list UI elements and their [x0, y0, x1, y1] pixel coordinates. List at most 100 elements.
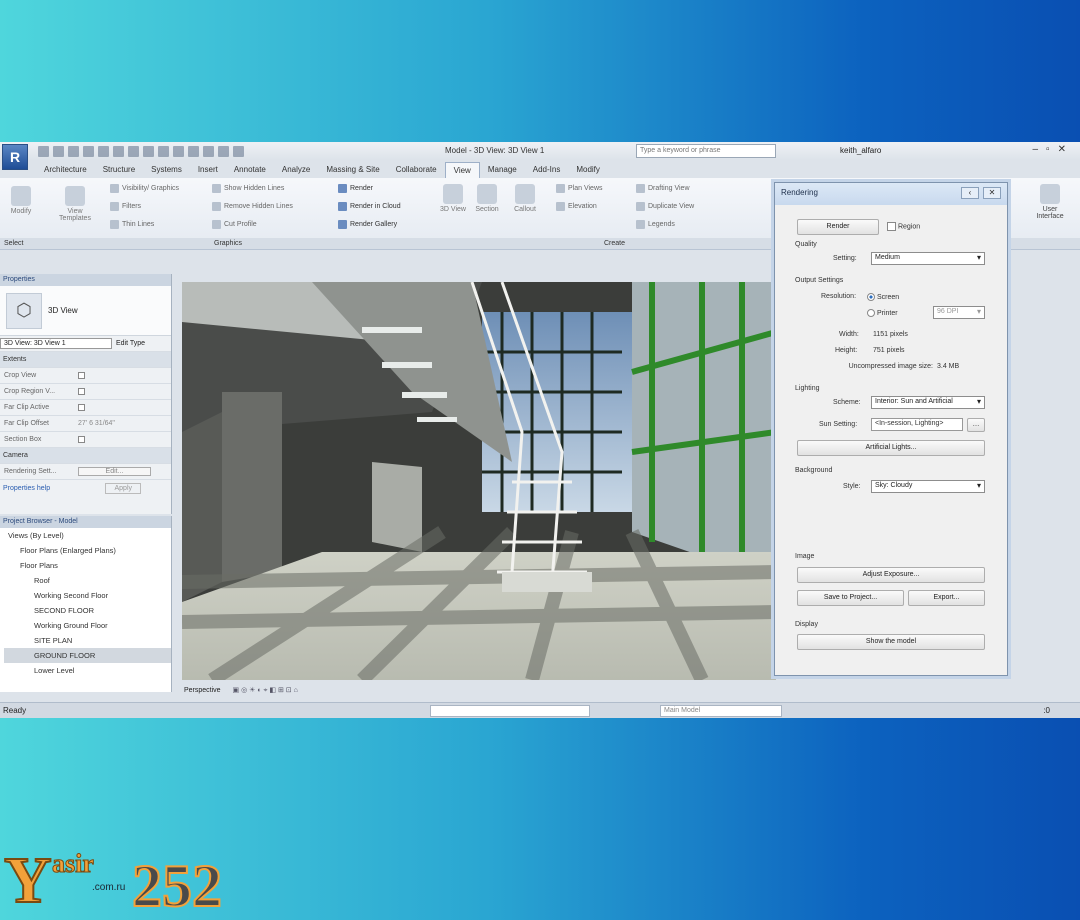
- dimension-icon[interactable]: [143, 145, 154, 157]
- render-dialog-button[interactable]: Render: [797, 219, 879, 235]
- browser-item[interactable]: SITE PLAN: [4, 633, 171, 648]
- apply-button[interactable]: Apply: [105, 482, 141, 494]
- sun-setting-field[interactable]: <In-session, Lighting>: [871, 418, 963, 431]
- instance-selector[interactable]: 3D View: 3D View 1: [0, 338, 112, 349]
- design-option-selector[interactable]: Main Model: [660, 705, 782, 717]
- printer-radio[interactable]: [867, 309, 875, 317]
- thin-lines-icon[interactable]: [203, 145, 214, 157]
- remove-hidden-lines-button[interactable]: Remove Hidden Lines: [212, 202, 293, 211]
- quality-setting-dropdown[interactable]: Medium: [871, 252, 985, 265]
- browser-item[interactable]: Working Ground Floor: [4, 618, 171, 633]
- browser-item[interactable]: Floor Plans: [4, 558, 171, 573]
- select-panel-label[interactable]: Select: [4, 240, 23, 247]
- 3d-view-icon[interactable]: [173, 145, 184, 157]
- visibility-graphics-button[interactable]: Visibility/ Graphics: [110, 184, 179, 193]
- view-templates-button[interactable]: View Templates: [58, 186, 92, 222]
- thin-lines-button[interactable]: Thin Lines: [110, 220, 154, 229]
- render-in-cloud-button[interactable]: Render in Cloud: [338, 202, 401, 211]
- section-button[interactable]: Section: [470, 184, 504, 213]
- sun-setting-browse-button[interactable]: …: [967, 418, 985, 432]
- collapse-icon[interactable]: ‹: [961, 187, 979, 199]
- measure-icon[interactable]: [128, 145, 139, 157]
- user-interface-button[interactable]: User Interface: [1030, 184, 1070, 220]
- undo-icon[interactable]: [83, 145, 94, 157]
- browser-item[interactable]: Roof: [4, 573, 171, 588]
- text-icon[interactable]: [158, 145, 169, 157]
- elevation-button[interactable]: Elevation: [556, 202, 597, 211]
- property-checkbox[interactable]: [78, 387, 85, 395]
- lighting-scheme-dropdown[interactable]: Interior: Sun and Artificial: [871, 396, 985, 409]
- tab-analyze[interactable]: Analyze: [274, 162, 318, 178]
- region-checkbox[interactable]: [887, 222, 896, 231]
- open-icon[interactable]: [38, 145, 49, 157]
- window-controls[interactable]: –▫✕: [1033, 144, 1075, 155]
- drafting-view-button[interactable]: Drafting View: [636, 184, 690, 193]
- tab-annotate[interactable]: Annotate: [226, 162, 274, 178]
- export-button[interactable]: Export...: [908, 590, 985, 606]
- tab-add-ins[interactable]: Add-Ins: [525, 162, 569, 178]
- artificial-lights-button[interactable]: Artificial Lights...: [797, 440, 985, 456]
- cut-profile-button[interactable]: Cut Profile: [212, 220, 257, 229]
- print-icon[interactable]: [113, 145, 124, 157]
- workset-selector[interactable]: [430, 705, 590, 717]
- camera-section[interactable]: Camera: [0, 448, 171, 464]
- save-icon[interactable]: [53, 145, 64, 157]
- view-control-icons[interactable]: ▣ ◎ ☀ ◐ ⌖ ◧ ⊞ ⊡ ⌂: [233, 687, 298, 694]
- property-value[interactable]: [78, 403, 171, 411]
- show-hidden-lines-button[interactable]: Show Hidden Lines: [212, 184, 284, 193]
- redo-icon[interactable]: [98, 145, 109, 157]
- property-value[interactable]: [78, 371, 171, 379]
- view-type-label[interactable]: Perspective: [184, 687, 221, 694]
- background-style-dropdown[interactable]: Sky: Cloudy: [871, 480, 985, 493]
- browser-item[interactable]: Floor Plans (Enlarged Plans): [4, 543, 171, 558]
- browser-item[interactable]: Lower Level: [4, 663, 171, 678]
- printer-option[interactable]: Printer: [867, 309, 898, 317]
- properties-help-link[interactable]: Properties help: [3, 485, 50, 492]
- 3d-view-button[interactable]: 3D View: [436, 184, 470, 213]
- tab-massing-site[interactable]: Massing & Site: [318, 162, 387, 178]
- duplicate-view-button[interactable]: Duplicate View: [636, 202, 694, 211]
- property-checkbox[interactable]: [78, 371, 85, 379]
- tab-architecture[interactable]: Architecture: [36, 162, 95, 178]
- search-input[interactable]: Type a keyword or phrase: [636, 144, 776, 158]
- browser-item[interactable]: SECOND FLOOR: [4, 603, 171, 618]
- application-menu-button[interactable]: R: [2, 144, 28, 170]
- section-icon[interactable]: [188, 145, 199, 157]
- plan-views-button[interactable]: Plan Views: [556, 184, 603, 193]
- browser-item[interactable]: GROUND FLOOR: [4, 648, 171, 663]
- property-value[interactable]: [78, 387, 171, 395]
- close-hidden-icon[interactable]: [218, 145, 229, 157]
- property-checkbox[interactable]: [78, 435, 85, 443]
- tab-systems[interactable]: Systems: [143, 162, 190, 178]
- edit-rendering-button[interactable]: Edit...: [78, 467, 151, 476]
- tab-collaborate[interactable]: Collaborate: [388, 162, 445, 178]
- screen-option[interactable]: Screen: [867, 293, 899, 301]
- adjust-exposure-button[interactable]: Adjust Exposure...: [797, 567, 985, 583]
- render-gallery-button[interactable]: Render Gallery: [338, 220, 397, 229]
- tab-modify[interactable]: Modify: [568, 162, 608, 178]
- extents-section[interactable]: Extents: [0, 352, 171, 368]
- 3d-viewport[interactable]: [182, 282, 776, 680]
- property-value[interactable]: 27' 6 31/64": [78, 420, 171, 427]
- property-value[interactable]: [78, 435, 171, 443]
- tab-structure[interactable]: Structure: [95, 162, 143, 178]
- user-name[interactable]: keith_alfaro: [840, 146, 881, 155]
- region-option[interactable]: Region: [887, 222, 920, 231]
- callout-button[interactable]: Callout: [508, 184, 542, 213]
- legends-button[interactable]: Legends: [636, 220, 675, 229]
- show-model-button[interactable]: Show the model: [797, 634, 985, 650]
- switch-windows-icon[interactable]: [233, 145, 244, 157]
- edit-type-button[interactable]: Edit Type: [116, 340, 145, 347]
- close-icon[interactable]: ✕: [983, 187, 1001, 199]
- property-checkbox[interactable]: [78, 403, 85, 411]
- screen-radio[interactable]: [867, 293, 875, 301]
- dpi-dropdown[interactable]: 96 DPI: [933, 306, 985, 319]
- type-selector[interactable]: ⬡ 3D View: [0, 286, 171, 336]
- render-button[interactable]: Render: [338, 184, 373, 193]
- tab-insert[interactable]: Insert: [190, 162, 226, 178]
- sync-icon[interactable]: [68, 145, 79, 157]
- browser-item[interactable]: Working Second Floor: [4, 588, 171, 603]
- browser-item[interactable]: Views (By Level): [4, 528, 171, 543]
- tab-view[interactable]: View: [444, 162, 480, 178]
- save-to-project-button[interactable]: Save to Project...: [797, 590, 904, 606]
